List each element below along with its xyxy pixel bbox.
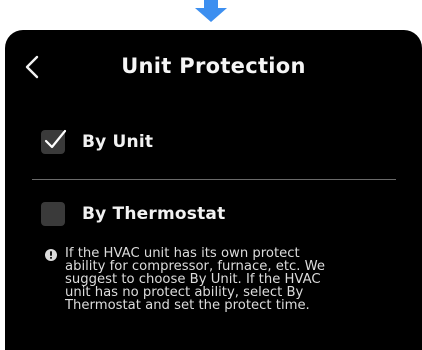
header: Unit Protection — [5, 30, 422, 106]
option-by-unit[interactable]: By Unit — [41, 129, 154, 154]
page-title: Unit Protection — [121, 54, 306, 78]
by-thermostat-label: By Thermostat — [82, 204, 226, 224]
option-by-thermostat[interactable]: By Thermostat — [41, 202, 225, 226]
info-note-text: If the HVAC unit has its own protect abi… — [65, 246, 326, 313]
arrow-down-icon — [195, 0, 227, 22]
checkmark-icon — [44, 129, 67, 149]
screen: Unit Protection By Unit By Thermostat If… — [0, 0, 422, 350]
info-note: If the HVAC unit has its own protect abi… — [45, 247, 395, 312]
by-thermostat-checkbox[interactable] — [41, 202, 65, 226]
info-circle-icon — [45, 249, 57, 261]
unit-protection-panel: Unit Protection By Unit By Thermostat If… — [5, 30, 422, 350]
by-unit-checkbox[interactable] — [41, 129, 67, 154]
by-unit-label: By Unit — [82, 132, 154, 152]
divider — [32, 179, 396, 180]
